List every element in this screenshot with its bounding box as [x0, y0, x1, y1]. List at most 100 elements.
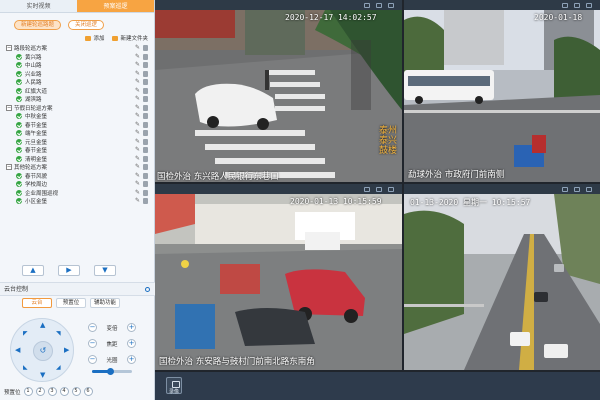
edit-icon[interactable]: ✎	[135, 121, 140, 128]
video-tile-3[interactable]: 2020-01-13 10:15:59 国检外治 东安路与鼓村门前南北路东南角	[155, 194, 402, 370]
preset-button[interactable]: 4	[59, 387, 69, 396]
collapse-icon[interactable]: −	[6, 45, 12, 52]
tree-group[interactable]: − 其他轮巡方案 ✎	[6, 163, 150, 172]
edit-icon[interactable]: ✎	[135, 147, 140, 153]
collapse-icon[interactable]: −	[6, 104, 12, 111]
preset-button[interactable]: 1	[23, 387, 33, 396]
tree-item[interactable]: 小区金堡 ✎	[6, 197, 150, 206]
scroll-down-button[interactable]: ▼	[94, 265, 116, 276]
tree-item[interactable]: 春节金堡 ✎	[6, 146, 150, 155]
delete-icon[interactable]	[143, 53, 148, 60]
edit-icon[interactable]: ✎	[135, 62, 140, 68]
tab-realtime-video[interactable]: 实时视频	[0, 0, 77, 12]
tree-item[interactable]: 湖滨路 ✎	[6, 95, 150, 104]
play-patrol-button[interactable]: ▶	[58, 265, 80, 276]
edit-icon[interactable]: ✎	[135, 113, 140, 119]
preset-button[interactable]: 3	[47, 387, 57, 396]
iris-plus-button[interactable]: +	[127, 355, 136, 364]
arrow-up-left-icon[interactable]: ◤	[23, 330, 28, 337]
tree-item[interactable]: 端午金堡 ✎	[6, 129, 150, 138]
tree-item[interactable]: 红旗大道 ✎	[6, 87, 150, 96]
tab-ptz[interactable]: 云台	[22, 298, 52, 308]
edit-icon[interactable]: ✎	[135, 45, 140, 51]
reset-icon[interactable]: ↺	[33, 341, 53, 361]
speed-slider[interactable]	[92, 368, 132, 375]
edit-icon[interactable]: ✎	[135, 70, 140, 77]
tree-item[interactable]: 清明金堡 ✎	[6, 155, 150, 164]
tab-aux[interactable]: 辅助功能	[90, 298, 120, 308]
edit-icon[interactable]: ✎	[135, 104, 140, 111]
arrow-down-icon[interactable]: ▼	[40, 372, 45, 379]
edit-icon[interactable]: ✎	[135, 53, 140, 60]
arrow-down-right-icon[interactable]: ◢	[56, 364, 61, 371]
fullscreen-icon[interactable]	[586, 186, 592, 192]
edit-icon[interactable]: ✎	[135, 172, 140, 179]
edit-icon[interactable]: ✎	[135, 181, 140, 187]
tree-item[interactable]: 元旦金堡 ✎	[6, 138, 150, 147]
arrow-down-left-icon[interactable]: ◣	[23, 364, 28, 371]
video-tile-4[interactable]: 01-13-2020 星期一 10:15:57	[404, 194, 600, 370]
fullscreen-icon[interactable]	[388, 186, 394, 192]
fullscreen-icon[interactable]	[586, 2, 592, 8]
edit-icon[interactable]: ✎	[135, 198, 140, 204]
arrow-left-icon[interactable]: ◀	[15, 347, 20, 354]
preset-button[interactable]: 6	[83, 387, 93, 396]
fullscreen-icon[interactable]	[388, 2, 394, 8]
delete-icon[interactable]	[143, 147, 148, 153]
delete-icon[interactable]	[143, 172, 148, 179]
tree-group[interactable]: − 节假日轮巡方案 ✎	[6, 104, 150, 113]
scroll-up-button[interactable]: ▲	[22, 265, 44, 276]
iris-minus-button[interactable]: −	[88, 355, 97, 364]
record-icon[interactable]	[574, 2, 580, 8]
record-icon[interactable]	[376, 186, 382, 192]
delete-icon[interactable]	[143, 130, 148, 136]
new-folder-button[interactable]: 新建文件夹	[112, 34, 148, 42]
delete-icon[interactable]	[143, 138, 148, 145]
tree-item[interactable]: 学校周边 ✎	[6, 180, 150, 189]
ptz-joystick[interactable]: ▲ ▼ ◀ ▶ ◤ ◥ ◣ ◢ ↺	[10, 318, 74, 382]
record-icon[interactable]	[574, 186, 580, 192]
collapse-toggle-icon[interactable]	[145, 287, 150, 292]
preset-button[interactable]: 5	[71, 387, 81, 396]
tab-preset[interactable]: 预置位	[56, 298, 86, 308]
tree-item[interactable]: 企业周围巡视 ✎	[6, 189, 150, 198]
edit-icon[interactable]: ✎	[135, 189, 140, 196]
delete-icon[interactable]	[143, 181, 148, 187]
tree-item[interactable]: 中秋金堡 ✎	[6, 112, 150, 121]
collapse-icon[interactable]: −	[6, 164, 12, 171]
arrow-up-right-icon[interactable]: ◥	[56, 330, 61, 337]
capture-icon[interactable]	[562, 186, 568, 192]
delete-icon[interactable]	[143, 121, 148, 128]
delete-icon[interactable]	[143, 198, 148, 204]
focus-minus-button[interactable]: −	[88, 339, 97, 348]
zoom-in-button[interactable]: +	[127, 323, 136, 332]
edit-icon[interactable]: ✎	[135, 130, 140, 136]
tree-group[interactable]: − 路段轮巡方案 ✎	[6, 44, 150, 53]
delete-icon[interactable]	[143, 155, 148, 162]
delete-icon[interactable]	[143, 87, 148, 94]
arrow-right-icon[interactable]: ▶	[64, 347, 69, 354]
edit-icon[interactable]: ✎	[135, 164, 140, 170]
edit-icon[interactable]: ✎	[135, 87, 140, 94]
tab-plan-patrol[interactable]: 预案巡逻	[77, 0, 154, 12]
capture-icon[interactable]	[562, 2, 568, 8]
delete-icon[interactable]	[143, 62, 148, 68]
delete-icon[interactable]	[143, 113, 148, 119]
speed-slider-handle[interactable]	[106, 368, 114, 375]
tree-item[interactable]: 春节金堡 ✎	[6, 121, 150, 130]
video-tile-2[interactable]: 2020-01-18 勐球外治 市政府门前南侧	[404, 10, 600, 182]
delete-icon[interactable]	[143, 164, 148, 170]
edit-icon[interactable]: ✎	[135, 96, 140, 102]
focus-plus-button[interactable]: +	[127, 339, 136, 348]
tree-item[interactable]: 春节风貌 ✎	[6, 172, 150, 181]
tree-item[interactable]: 黄兴路 ✎	[6, 53, 150, 62]
edit-icon[interactable]: ✎	[135, 155, 140, 162]
capture-icon[interactable]	[364, 186, 370, 192]
capture-icon[interactable]	[364, 2, 370, 8]
delete-icon[interactable]	[143, 189, 148, 196]
delete-icon[interactable]	[143, 96, 148, 102]
add-button[interactable]: 添加	[85, 34, 104, 42]
zoom-out-button[interactable]: −	[88, 323, 97, 332]
delete-icon[interactable]	[143, 70, 148, 77]
record-icon[interactable]	[376, 2, 382, 8]
